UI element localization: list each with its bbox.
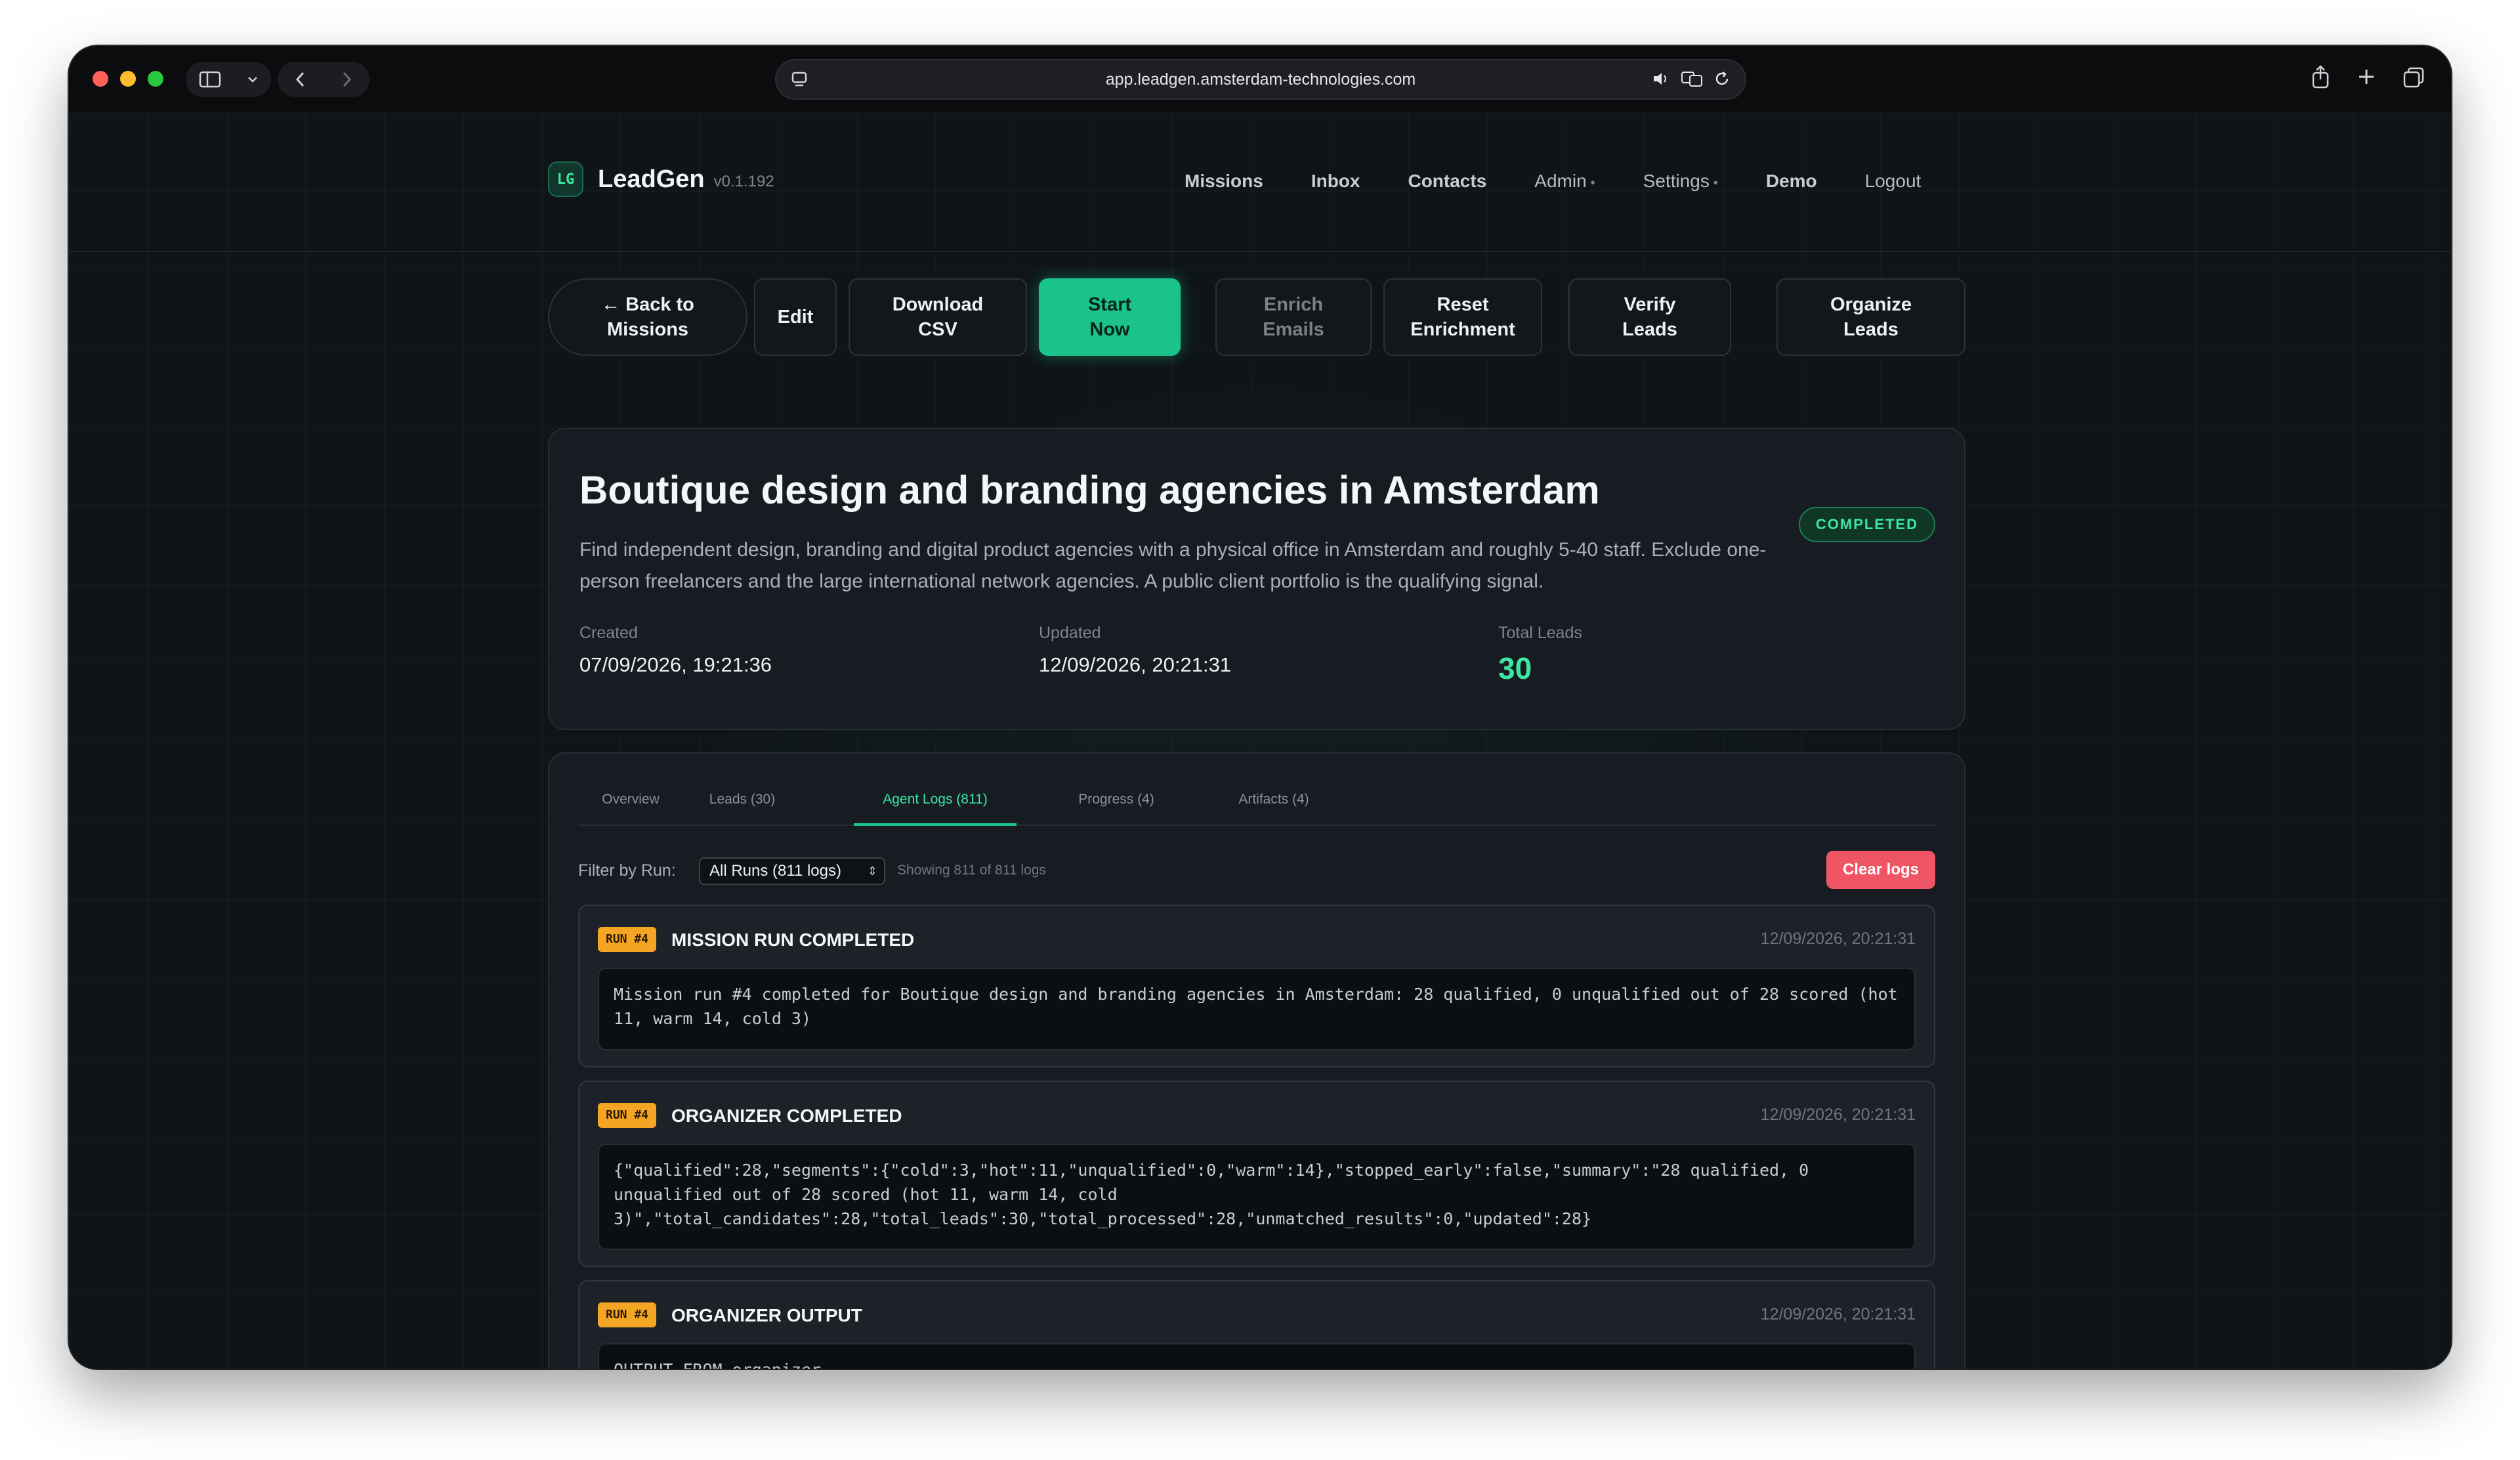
sidebar-toggle[interactable] xyxy=(186,62,271,97)
back-to-missions-button[interactable]: ← Back to Missions xyxy=(548,278,747,356)
share-icon[interactable] xyxy=(2311,64,2330,93)
sidebar-icon xyxy=(199,71,221,88)
log-title: ORGANIZER COMPLETED xyxy=(671,1106,902,1126)
nav-logout[interactable]: Logout xyxy=(1865,171,1922,192)
page-content: LG LeadGen v0.1.192 Missions Inbox Conta… xyxy=(69,112,2451,1369)
nav-settings-label: Settings xyxy=(1643,171,1710,191)
updated-meta: Updated 12/09/2026, 20:21:31 xyxy=(1039,624,1231,677)
clear-logs-button[interactable]: Clear logs xyxy=(1826,851,1935,889)
new-tab-icon[interactable] xyxy=(2357,64,2376,93)
log-entry: RUN #4 ORGANIZER COMPLETED 12/09/2026, 2… xyxy=(578,1081,1935,1267)
logs-panel: Overview Leads (30) Agent Logs (811) Pro… xyxy=(548,752,1965,1369)
app-header: LG LeadGen v0.1.192 Missions Inbox Conta… xyxy=(69,112,2451,252)
url-text: app.leadgen.amsterdam-technologies.com xyxy=(1105,70,1416,89)
nav-contacts[interactable]: Contacts xyxy=(1408,171,1486,192)
total-leads-meta: Total Leads 30 xyxy=(1498,624,1582,686)
download-csv-button[interactable]: Download CSV xyxy=(849,278,1027,356)
main-nav: Missions Inbox Contacts Admin • Settings •… xyxy=(1185,171,1921,192)
tab-agent-logs[interactable]: Agent Logs (811) xyxy=(854,792,1017,826)
created-meta: Created 07/09/2026, 19:21:36 xyxy=(579,624,772,677)
history-nav xyxy=(278,62,369,97)
reload-icon[interactable] xyxy=(1713,70,1731,92)
mission-title: Boutique design and branding agencies in… xyxy=(579,468,1600,512)
tab-overview[interactable]: Overview xyxy=(578,792,683,826)
browser-window: app.leadgen.amsterdam-technologies.com L… xyxy=(69,46,2451,1369)
run-filter-value: All Runs (811 logs) xyxy=(709,862,841,880)
organize-leads-button[interactable]: Organize Leads xyxy=(1776,278,1965,356)
edit-button[interactable]: Edit xyxy=(754,278,837,356)
log-entry: RUN #4 ORGANIZER OUTPUT 12/09/2026, 20:2… xyxy=(578,1280,1935,1369)
run-badge: RUN #4 xyxy=(598,927,657,952)
log-timestamp: 12/09/2026, 20:21:31 xyxy=(1760,930,1916,948)
translate-icon[interactable] xyxy=(1681,70,1704,92)
log-entry: RUN #4 MISSION RUN COMPLETED 12/09/2026,… xyxy=(578,905,1935,1067)
mission-actions: ← Back to Missions Edit Download CSV Sta… xyxy=(548,278,1965,356)
log-body: OUTPUT FROM organizer Processed the 1103… xyxy=(598,1343,1916,1369)
tab-overview-icon[interactable] xyxy=(2403,64,2425,93)
created-value: 07/09/2026, 19:21:36 xyxy=(579,653,772,676)
run-filter-select[interactable]: All Runs (811 logs) ⇕ xyxy=(699,857,885,885)
tab-progress[interactable]: Progress (4) xyxy=(1038,792,1195,826)
total-leads-value: 30 xyxy=(1498,651,1532,685)
app-version: v0.1.192 xyxy=(713,173,774,190)
nav-settings[interactable]: Settings • xyxy=(1643,171,1718,192)
browser-toolbar: app.leadgen.amsterdam-technologies.com xyxy=(69,46,2451,112)
log-body: {"qualified":28,"segments":{"cold":3,"ho… xyxy=(598,1144,1916,1250)
nav-missions[interactable]: Missions xyxy=(1185,171,1263,192)
created-label: Created xyxy=(579,624,638,642)
forward-arrow-icon[interactable] xyxy=(340,70,353,89)
tab-bar: Overview Leads (30) Agent Logs (811) Pro… xyxy=(578,792,1935,826)
dropdown-dot-icon: • xyxy=(1590,176,1595,190)
tab-leads[interactable]: Leads (30) xyxy=(690,792,795,826)
select-caret-icon: ⇕ xyxy=(867,865,877,878)
run-badge: RUN #4 xyxy=(598,1302,657,1327)
run-badge: RUN #4 xyxy=(598,1103,657,1128)
reset-enrichment-button[interactable]: Reset Enrichment xyxy=(1383,278,1542,356)
status-badge: COMPLETED xyxy=(1798,507,1935,542)
back-arrow-icon[interactable] xyxy=(294,70,307,89)
start-now-button[interactable]: Start Now xyxy=(1039,278,1181,356)
log-timestamp: 12/09/2026, 20:21:31 xyxy=(1760,1305,1916,1323)
nav-admin[interactable]: Admin • xyxy=(1534,171,1595,192)
log-timestamp: 12/09/2026, 20:21:31 xyxy=(1760,1106,1916,1124)
enrich-emails-button[interactable]: Enrich Emails xyxy=(1215,278,1372,356)
zoom-window-button[interactable] xyxy=(148,71,163,87)
log-filter-bar: Filter by Run: All Runs (811 logs) ⇕ Sho… xyxy=(578,851,1935,890)
nav-admin-label: Admin xyxy=(1534,171,1587,191)
page-settings-icon[interactable] xyxy=(791,71,808,94)
mission-card: Boutique design and branding agencies in… xyxy=(548,428,1965,730)
filter-label: Filter by Run: xyxy=(578,861,676,880)
verify-leads-button[interactable]: Verify Leads xyxy=(1568,278,1731,356)
chevron-down-icon xyxy=(247,75,259,83)
speaker-icon[interactable] xyxy=(1652,70,1671,92)
close-window-button[interactable] xyxy=(93,71,108,87)
brand-logo: LG xyxy=(548,161,583,197)
total-leads-label: Total Leads xyxy=(1498,624,1582,642)
log-title: ORGANIZER OUTPUT xyxy=(671,1305,862,1325)
brand[interactable]: LG LeadGen v0.1.192 xyxy=(548,161,774,197)
updated-label: Updated xyxy=(1039,624,1101,642)
tab-artifacts[interactable]: Artifacts (4) xyxy=(1202,792,1346,826)
log-body: Mission run #4 completed for Boutique de… xyxy=(598,968,1916,1050)
dropdown-dot-icon: • xyxy=(1713,176,1718,190)
log-title: MISSION RUN COMPLETED xyxy=(671,930,915,950)
log-count: Showing 811 of 811 logs xyxy=(897,863,1046,878)
brand-name: LeadGen xyxy=(598,165,705,193)
address-bar[interactable]: app.leadgen.amsterdam-technologies.com xyxy=(775,59,1746,100)
mission-description: Find independent design, branding and di… xyxy=(579,539,1767,592)
nav-demo[interactable]: Demo xyxy=(1766,171,1817,192)
updated-value: 12/09/2026, 20:21:31 xyxy=(1039,653,1232,676)
nav-inbox[interactable]: Inbox xyxy=(1311,171,1360,192)
minimize-window-button[interactable] xyxy=(120,71,136,87)
